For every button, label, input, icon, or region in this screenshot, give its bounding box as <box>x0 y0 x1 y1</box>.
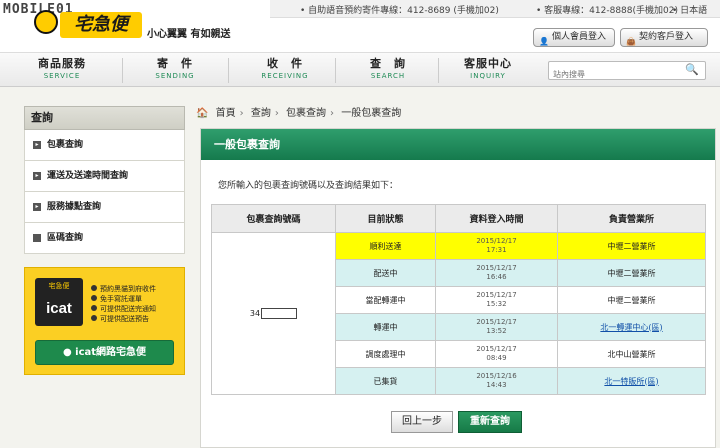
tracking-number-cell: 34 <box>211 232 336 395</box>
nav-search[interactable]: 查 詢 SEARCH <box>348 55 428 80</box>
bullet-icon: ▸ <box>33 172 41 180</box>
contract-login-button[interactable]: 👜 契約客戶登入 <box>620 28 708 47</box>
result-panel: 一般包裹查詢 您所輸入的包裹查詢號碼以及查詢結果如下： 包裹查詢號碼 目前狀態 … <box>200 128 716 448</box>
phone-auto-text: • 自助語音預約寄件專線：412-8689 (手機加02) <box>300 6 499 16</box>
icat-feature: 可提供配送預告 <box>91 314 156 324</box>
icat-feature: 免手寫託運單 <box>91 294 156 304</box>
back-button[interactable]: 回上一步 <box>391 411 453 433</box>
icat-feature: 可提供配送完通知 <box>91 304 156 314</box>
col-header-office: 負責營業所 <box>557 204 706 233</box>
search-input[interactable] <box>549 66 669 83</box>
time-cell: 2015/12/17 15:32 <box>435 286 558 314</box>
bullet-icon <box>33 234 41 242</box>
sidebar-item-service-point[interactable]: ▸ 服務據點查詢 <box>24 192 185 223</box>
requery-button[interactable]: 重新查詢 <box>458 411 522 433</box>
nav-receiving[interactable]: 收 件 RECEIVING <box>245 55 325 80</box>
language-link[interactable]: • 日本語 <box>672 3 707 16</box>
brand-slogan: 小心翼翼 有如親送 <box>147 29 231 40</box>
sidebar-item-area-code[interactable]: 區碼查詢 <box>24 223 185 254</box>
intro-text: 您所輸入的包裹查詢號碼以及查詢結果如下： <box>218 181 399 191</box>
status-cell: 已集貨 <box>335 367 436 395</box>
status-cell: 當配轉運中 <box>335 286 436 314</box>
office-cell: 北一轉運中心(區) <box>557 313 706 341</box>
office-cell: 中壢二營業所 <box>557 232 706 260</box>
status-cell: 調度處理中 <box>335 340 436 368</box>
sidebar-title: 查詢 <box>24 106 185 130</box>
breadcrumb: 🏠 首頁 › 查詢 › 包裹查詢 › 一般包裹查詢 <box>196 108 402 119</box>
nav-service[interactable]: 商品服務 SERVICE <box>22 55 102 80</box>
sidebar: 查詢 ▸ 包裹查詢 ▸ 運送及送達時間查詢 ▸ 服務據點查詢 區碼查詢 <box>24 106 185 254</box>
time-cell: 2015/12/17 13:52 <box>435 313 558 341</box>
breadcrumb-parcel[interactable]: 包裹查詢 <box>286 108 326 119</box>
briefcase-icon: 👜 <box>626 37 636 46</box>
search-icon[interactable]: 🔍 <box>685 63 699 76</box>
time-cell: 2015/12/17 08:49 <box>435 340 558 368</box>
utility-bar: • 自助語音預約寄件專線：412-8689 (手機加02) • 客服專線：412… <box>270 0 720 18</box>
tracking-table: 包裹查詢號碼 目前狀態 資料登入時間 負責營業所 34 順利送達 2015/12… <box>211 204 706 395</box>
home-icon: 🏠 <box>196 108 209 119</box>
sidebar-item-parcel[interactable]: ▸ 包裹查詢 <box>24 130 185 161</box>
panel-title: 一般包裹查詢 <box>201 129 715 160</box>
site-search: 🔍 <box>548 61 706 83</box>
col-header-number: 包裹查詢號碼 <box>211 204 336 233</box>
office-cell: 中壢二營業所 <box>557 286 706 314</box>
breadcrumb-home[interactable]: 首頁 <box>216 108 236 119</box>
bullet-icon: ▸ <box>33 141 41 149</box>
status-cell: 順利送達 <box>335 232 436 260</box>
nav-inquiry[interactable]: 客服中心 INQUIRY <box>448 55 528 80</box>
brand-logo[interactable]: 宅急便 <box>60 12 142 38</box>
member-login-button[interactable]: 👤 個人會員登入 <box>533 28 615 47</box>
col-header-time: 資料登入時間 <box>435 204 558 233</box>
table-row: 34 順利送達 2015/12/17 17:31 中壢二營業所 <box>211 232 706 395</box>
icat-button[interactable]: ● icat網路宅急便 <box>35 340 174 365</box>
col-header-status: 目前狀態 <box>335 204 436 233</box>
cat-logo-icon <box>34 10 58 34</box>
phone-service-text: • 客服專線：412-8888(手機加02) <box>536 6 678 16</box>
time-cell: 2015/12/17 16:46 <box>435 259 558 287</box>
nav-sending[interactable]: 寄 件 SENDING <box>135 55 215 80</box>
office-link[interactable]: 北一轉運中心(區) <box>600 323 662 332</box>
user-icon: 👤 <box>539 37 549 46</box>
office-link[interactable]: 北一特販所(區) <box>604 377 658 386</box>
office-cell: 北中山營業所 <box>557 340 706 368</box>
bullet-icon: ▸ <box>33 203 41 211</box>
breadcrumb-search[interactable]: 查詢 <box>251 108 271 119</box>
time-cell: 2015/12/17 17:31 <box>435 232 558 260</box>
sidebar-item-delivery-time[interactable]: ▸ 運送及送達時間查詢 <box>24 161 185 192</box>
icat-logo: 宅急便 icat <box>35 278 83 326</box>
redacted-number <box>261 308 298 319</box>
status-cell: 配送中 <box>335 259 436 287</box>
time-cell: 2015/12/16 14:43 <box>435 367 558 395</box>
icat-promo: 宅急便 icat 預約黑貓到府收件 免手寫託運單 可提供配送完通知 可提供配送預… <box>24 267 185 375</box>
office-cell: 中壢二營業所 <box>557 259 706 287</box>
icat-feature: 預約黑貓到府收件 <box>91 284 156 294</box>
breadcrumb-current: 一般包裹查詢 <box>341 108 402 119</box>
office-cell: 北一特販所(區) <box>557 367 706 395</box>
status-cell: 轉運中 <box>335 313 436 341</box>
icat-features: 預約黑貓到府收件 免手寫託運單 可提供配送完通知 可提供配送預告 <box>91 284 156 324</box>
